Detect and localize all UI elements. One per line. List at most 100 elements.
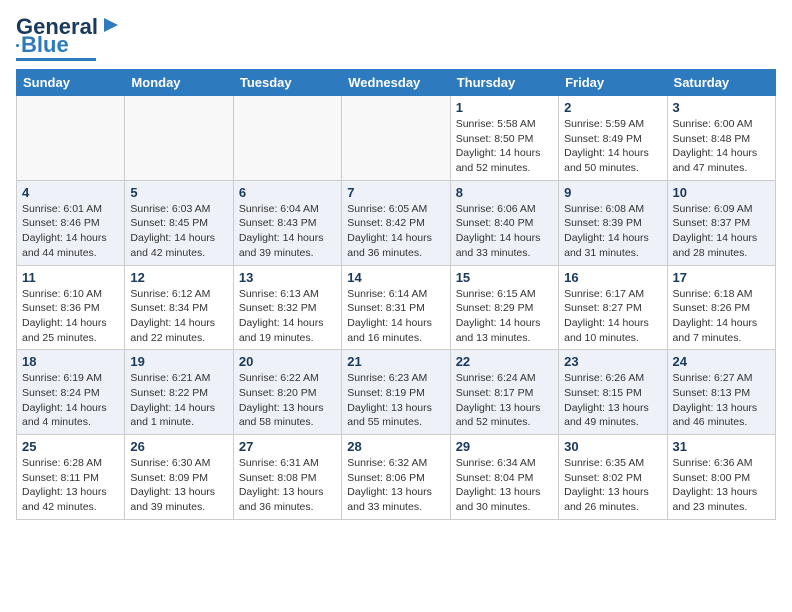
day-number: 8 xyxy=(456,185,553,200)
logo-underline xyxy=(16,58,96,61)
day-info: Sunrise: 6:34 AM Sunset: 8:04 PM Dayligh… xyxy=(456,456,553,515)
day-info: Sunrise: 6:08 AM Sunset: 8:39 PM Dayligh… xyxy=(564,202,661,261)
day-info: Sunrise: 6:03 AM Sunset: 8:45 PM Dayligh… xyxy=(130,202,227,261)
day-number: 21 xyxy=(347,354,444,369)
day-number: 10 xyxy=(673,185,770,200)
day-number: 1 xyxy=(456,100,553,115)
day-info: Sunrise: 6:35 AM Sunset: 8:02 PM Dayligh… xyxy=(564,456,661,515)
day-number: 23 xyxy=(564,354,661,369)
calendar-week-row: 18Sunrise: 6:19 AM Sunset: 8:24 PM Dayli… xyxy=(17,350,776,435)
day-info: Sunrise: 6:28 AM Sunset: 8:11 PM Dayligh… xyxy=(22,456,119,515)
day-of-week-header: Saturday xyxy=(667,70,775,96)
calendar-cell: 15 Sunrise: 6:15 AM Sunset: 8:29 PM Dayli… xyxy=(450,265,558,350)
day-number: 18 xyxy=(22,354,119,369)
day-info: Sunrise: 6:09 AM Sunset: 8:37 PM Dayligh… xyxy=(673,202,770,261)
calendar-cell xyxy=(17,96,125,181)
day-number: 2 xyxy=(564,100,661,115)
calendar-cell: 17 Sunrise: 6:18 AM Sunset: 8:26 PM Dayli… xyxy=(667,265,775,350)
calendar-cell: 24Sunrise: 6:27 AM Sunset: 8:13 PM Dayli… xyxy=(667,350,775,435)
day-info: Sunrise: 6:18 AM Sunset: 8:26 PM Dayligh… xyxy=(673,287,770,346)
day-number: 9 xyxy=(564,185,661,200)
day-number: 4 xyxy=(22,185,119,200)
calendar-week-row: 1 Sunrise: 5:58 AM Sunset: 8:50 PM Daylig… xyxy=(17,96,776,181)
day-of-week-header: Wednesday xyxy=(342,70,450,96)
calendar-cell: 7Sunrise: 6:05 AM Sunset: 8:42 PM Daylig… xyxy=(342,180,450,265)
calendar-cell: 1 Sunrise: 5:58 AM Sunset: 8:50 PM Daylig… xyxy=(450,96,558,181)
calendar-week-row: 11 Sunrise: 6:10 AM Sunset: 8:36 PM Dayli… xyxy=(17,265,776,350)
calendar-cell: 6 Sunrise: 6:04 AM Sunset: 8:43 PM Daylig… xyxy=(233,180,341,265)
day-number: 22 xyxy=(456,354,553,369)
calendar-cell: 12 Sunrise: 6:12 AM Sunset: 8:34 PM Dayli… xyxy=(125,265,233,350)
calendar-cell: 3 Sunrise: 6:00 AM Sunset: 8:48 PM Daylig… xyxy=(667,96,775,181)
day-info: Sunrise: 5:59 AM Sunset: 8:49 PM Dayligh… xyxy=(564,117,661,176)
calendar-cell: 25 Sunrise: 6:28 AM Sunset: 8:11 PM Dayli… xyxy=(17,435,125,520)
day-number: 12 xyxy=(130,270,227,285)
day-info: Sunrise: 6:12 AM Sunset: 8:34 PM Dayligh… xyxy=(130,287,227,346)
day-number: 6 xyxy=(239,185,336,200)
day-of-week-header: Monday xyxy=(125,70,233,96)
day-info: Sunrise: 6:36 AM Sunset: 8:00 PM Dayligh… xyxy=(673,456,770,515)
calendar-cell: 18Sunrise: 6:19 AM Sunset: 8:24 PM Dayli… xyxy=(17,350,125,435)
day-number: 17 xyxy=(673,270,770,285)
day-info: Sunrise: 6:26 AM Sunset: 8:15 PM Dayligh… xyxy=(564,371,661,430)
calendar-cell xyxy=(342,96,450,181)
calendar-cell: 31 Sunrise: 6:36 AM Sunset: 8:00 PM Dayli… xyxy=(667,435,775,520)
day-info: Sunrise: 6:04 AM Sunset: 8:43 PM Dayligh… xyxy=(239,202,336,261)
day-info: Sunrise: 6:17 AM Sunset: 8:27 PM Dayligh… xyxy=(564,287,661,346)
day-info: Sunrise: 6:24 AM Sunset: 8:17 PM Dayligh… xyxy=(456,371,553,430)
day-info: Sunrise: 6:00 AM Sunset: 8:48 PM Dayligh… xyxy=(673,117,770,176)
calendar-cell: 2 Sunrise: 5:59 AM Sunset: 8:49 PM Daylig… xyxy=(559,96,667,181)
calendar-header-row: SundayMondayTuesdayWednesdayThursdayFrid… xyxy=(17,70,776,96)
calendar-week-row: 4 Sunrise: 6:01 AM Sunset: 8:46 PM Daylig… xyxy=(17,180,776,265)
calendar-cell: 20 Sunrise: 6:22 AM Sunset: 8:20 PM Dayli… xyxy=(233,350,341,435)
day-number: 3 xyxy=(673,100,770,115)
day-number: 27 xyxy=(239,439,336,454)
day-info: Sunrise: 5:58 AM Sunset: 8:50 PM Dayligh… xyxy=(456,117,553,176)
day-of-week-header: Friday xyxy=(559,70,667,96)
day-number: 30 xyxy=(564,439,661,454)
calendar-cell: 27 Sunrise: 6:31 AM Sunset: 8:08 PM Dayli… xyxy=(233,435,341,520)
calendar-cell: 5 Sunrise: 6:03 AM Sunset: 8:45 PM Daylig… xyxy=(125,180,233,265)
calendar-cell xyxy=(233,96,341,181)
day-number: 13 xyxy=(239,270,336,285)
calendar-table: SundayMondayTuesdayWednesdayThursdayFrid… xyxy=(16,69,776,520)
day-number: 25 xyxy=(22,439,119,454)
day-number: 5 xyxy=(130,185,227,200)
page-header: General Blue xyxy=(16,16,776,61)
day-info: Sunrise: 6:23 AM Sunset: 8:19 PM Dayligh… xyxy=(347,371,444,430)
day-info: Sunrise: 6:10 AM Sunset: 8:36 PM Dayligh… xyxy=(22,287,119,346)
calendar-cell: 23 Sunrise: 6:26 AM Sunset: 8:15 PM Dayli… xyxy=(559,350,667,435)
day-number: 29 xyxy=(456,439,553,454)
logo-icon xyxy=(100,14,122,36)
calendar-cell: 10 Sunrise: 6:09 AM Sunset: 8:37 PM Dayli… xyxy=(667,180,775,265)
day-info: Sunrise: 6:31 AM Sunset: 8:08 PM Dayligh… xyxy=(239,456,336,515)
day-info: Sunrise: 6:01 AM Sunset: 8:46 PM Dayligh… xyxy=(22,202,119,261)
calendar-cell: 13 Sunrise: 6:13 AM Sunset: 8:32 PM Dayli… xyxy=(233,265,341,350)
day-of-week-header: Sunday xyxy=(17,70,125,96)
calendar-cell: 21 Sunrise: 6:23 AM Sunset: 8:19 PM Dayli… xyxy=(342,350,450,435)
day-of-week-header: Tuesday xyxy=(233,70,341,96)
day-number: 20 xyxy=(239,354,336,369)
day-number: 11 xyxy=(22,270,119,285)
calendar-cell: 19Sunrise: 6:21 AM Sunset: 8:22 PM Dayli… xyxy=(125,350,233,435)
day-number: 16 xyxy=(564,270,661,285)
day-of-week-header: Thursday xyxy=(450,70,558,96)
day-number: 7 xyxy=(347,185,444,200)
calendar-cell: 22 Sunrise: 6:24 AM Sunset: 8:17 PM Dayli… xyxy=(450,350,558,435)
day-info: Sunrise: 6:22 AM Sunset: 8:20 PM Dayligh… xyxy=(239,371,336,430)
day-number: 24 xyxy=(673,354,770,369)
calendar-cell: 26Sunrise: 6:30 AM Sunset: 8:09 PM Dayli… xyxy=(125,435,233,520)
day-number: 15 xyxy=(456,270,553,285)
day-info: Sunrise: 6:13 AM Sunset: 8:32 PM Dayligh… xyxy=(239,287,336,346)
calendar-cell: 28Sunrise: 6:32 AM Sunset: 8:06 PM Dayli… xyxy=(342,435,450,520)
calendar-cell: 9 Sunrise: 6:08 AM Sunset: 8:39 PM Daylig… xyxy=(559,180,667,265)
day-info: Sunrise: 6:15 AM Sunset: 8:29 PM Dayligh… xyxy=(456,287,553,346)
day-number: 31 xyxy=(673,439,770,454)
calendar-cell xyxy=(125,96,233,181)
logo: General Blue xyxy=(16,16,122,61)
day-info: Sunrise: 6:30 AM Sunset: 8:09 PM Dayligh… xyxy=(130,456,227,515)
logo-blue: Blue xyxy=(21,34,69,56)
calendar-week-row: 25 Sunrise: 6:28 AM Sunset: 8:11 PM Dayli… xyxy=(17,435,776,520)
day-number: 28 xyxy=(347,439,444,454)
calendar-cell: 29 Sunrise: 6:34 AM Sunset: 8:04 PM Dayli… xyxy=(450,435,558,520)
